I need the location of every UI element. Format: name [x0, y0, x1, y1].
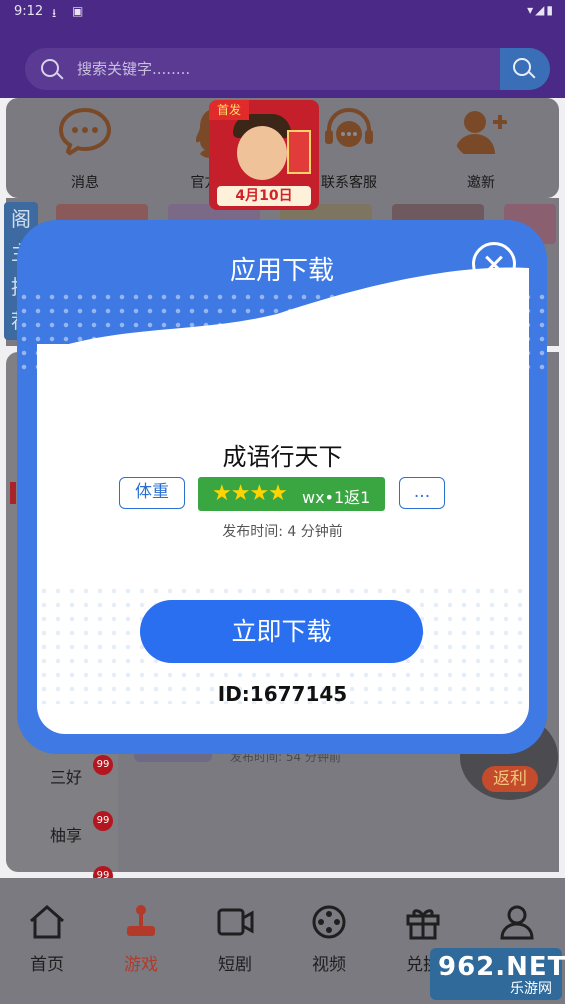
app-icon-date: 4月10日 — [217, 186, 311, 206]
search-button-icon — [513, 58, 531, 76]
category-item[interactable]: 柚享 — [50, 822, 82, 846]
tab-shorts[interactable]: 短剧 — [188, 878, 282, 1004]
app-icon-scroll — [287, 130, 311, 174]
publish-time: 发布时间: 4 分钟前 — [222, 524, 343, 540]
tab-home[interactable]: 首页 — [0, 878, 94, 1004]
joystick-icon — [127, 905, 155, 936]
tab-label: 短剧 — [218, 955, 252, 975]
watermark-subtext: 乐游网 — [510, 981, 552, 997]
app-icon: 首发 4月10日 — [209, 100, 319, 210]
search-button[interactable] — [500, 48, 550, 90]
dialog-wave — [37, 267, 529, 374]
category-badge: 99 — [93, 755, 113, 775]
signal-battery-icons: ▾◢▮ — [527, 3, 555, 17]
active-category-marker — [10, 482, 16, 504]
quick-action-label: 消息 — [71, 175, 99, 191]
status-bar: 9:12 ⭳ ▣ ▾◢▮ — [0, 0, 565, 26]
rating-stars: ★★★★ — [212, 481, 288, 506]
rating-badge: ★★★★ wx•1返1 — [198, 477, 385, 511]
search-bar[interactable] — [25, 48, 550, 90]
search-input[interactable] — [77, 57, 457, 81]
add-user-icon — [455, 111, 507, 154]
tab-label: 首页 — [30, 955, 64, 975]
tag-chip[interactable]: 体重 — [119, 477, 185, 509]
tab-video[interactable]: 视频 — [282, 878, 376, 1004]
quick-action-messages[interactable]: 消息 — [30, 104, 140, 192]
gift-icon — [406, 909, 440, 940]
app-notification-icon: ▣ — [72, 4, 84, 18]
rebate-label: 返利 — [482, 766, 538, 792]
download-notification-icon: ⭳ — [52, 6, 57, 20]
film-reel-icon — [312, 905, 346, 939]
app-id: ID:1677145 — [217, 682, 348, 706]
user-icon — [500, 905, 534, 940]
home-icon — [30, 905, 64, 939]
video-camera-icon — [217, 908, 254, 936]
more-tags-button[interactable]: ... — [399, 477, 445, 509]
category-badge: 99 — [93, 811, 113, 831]
tab-label: 视频 — [312, 955, 346, 975]
app-icon-ribbon: 首发 — [209, 100, 249, 120]
app-icon-face — [237, 126, 287, 180]
chat-bubble-icon — [58, 107, 112, 160]
search-icon — [41, 59, 59, 77]
app-name: 成语行天下 — [222, 443, 343, 471]
watermark-logo: 962.NET 乐游网 — [430, 948, 565, 1000]
category-item[interactable]: 三好 — [50, 764, 82, 788]
rating-text: wx•1返1 — [302, 488, 371, 507]
status-time: 9:12 — [14, 4, 44, 19]
tab-games[interactable]: 游戏 — [94, 878, 188, 1004]
support-headset-icon — [325, 107, 373, 147]
quick-action-invite[interactable]: 邀新 — [426, 104, 536, 192]
quick-action-label: 邀新 — [467, 175, 495, 191]
download-button[interactable]: 立即下载 — [140, 600, 423, 663]
tab-label: 游戏 — [124, 955, 158, 975]
